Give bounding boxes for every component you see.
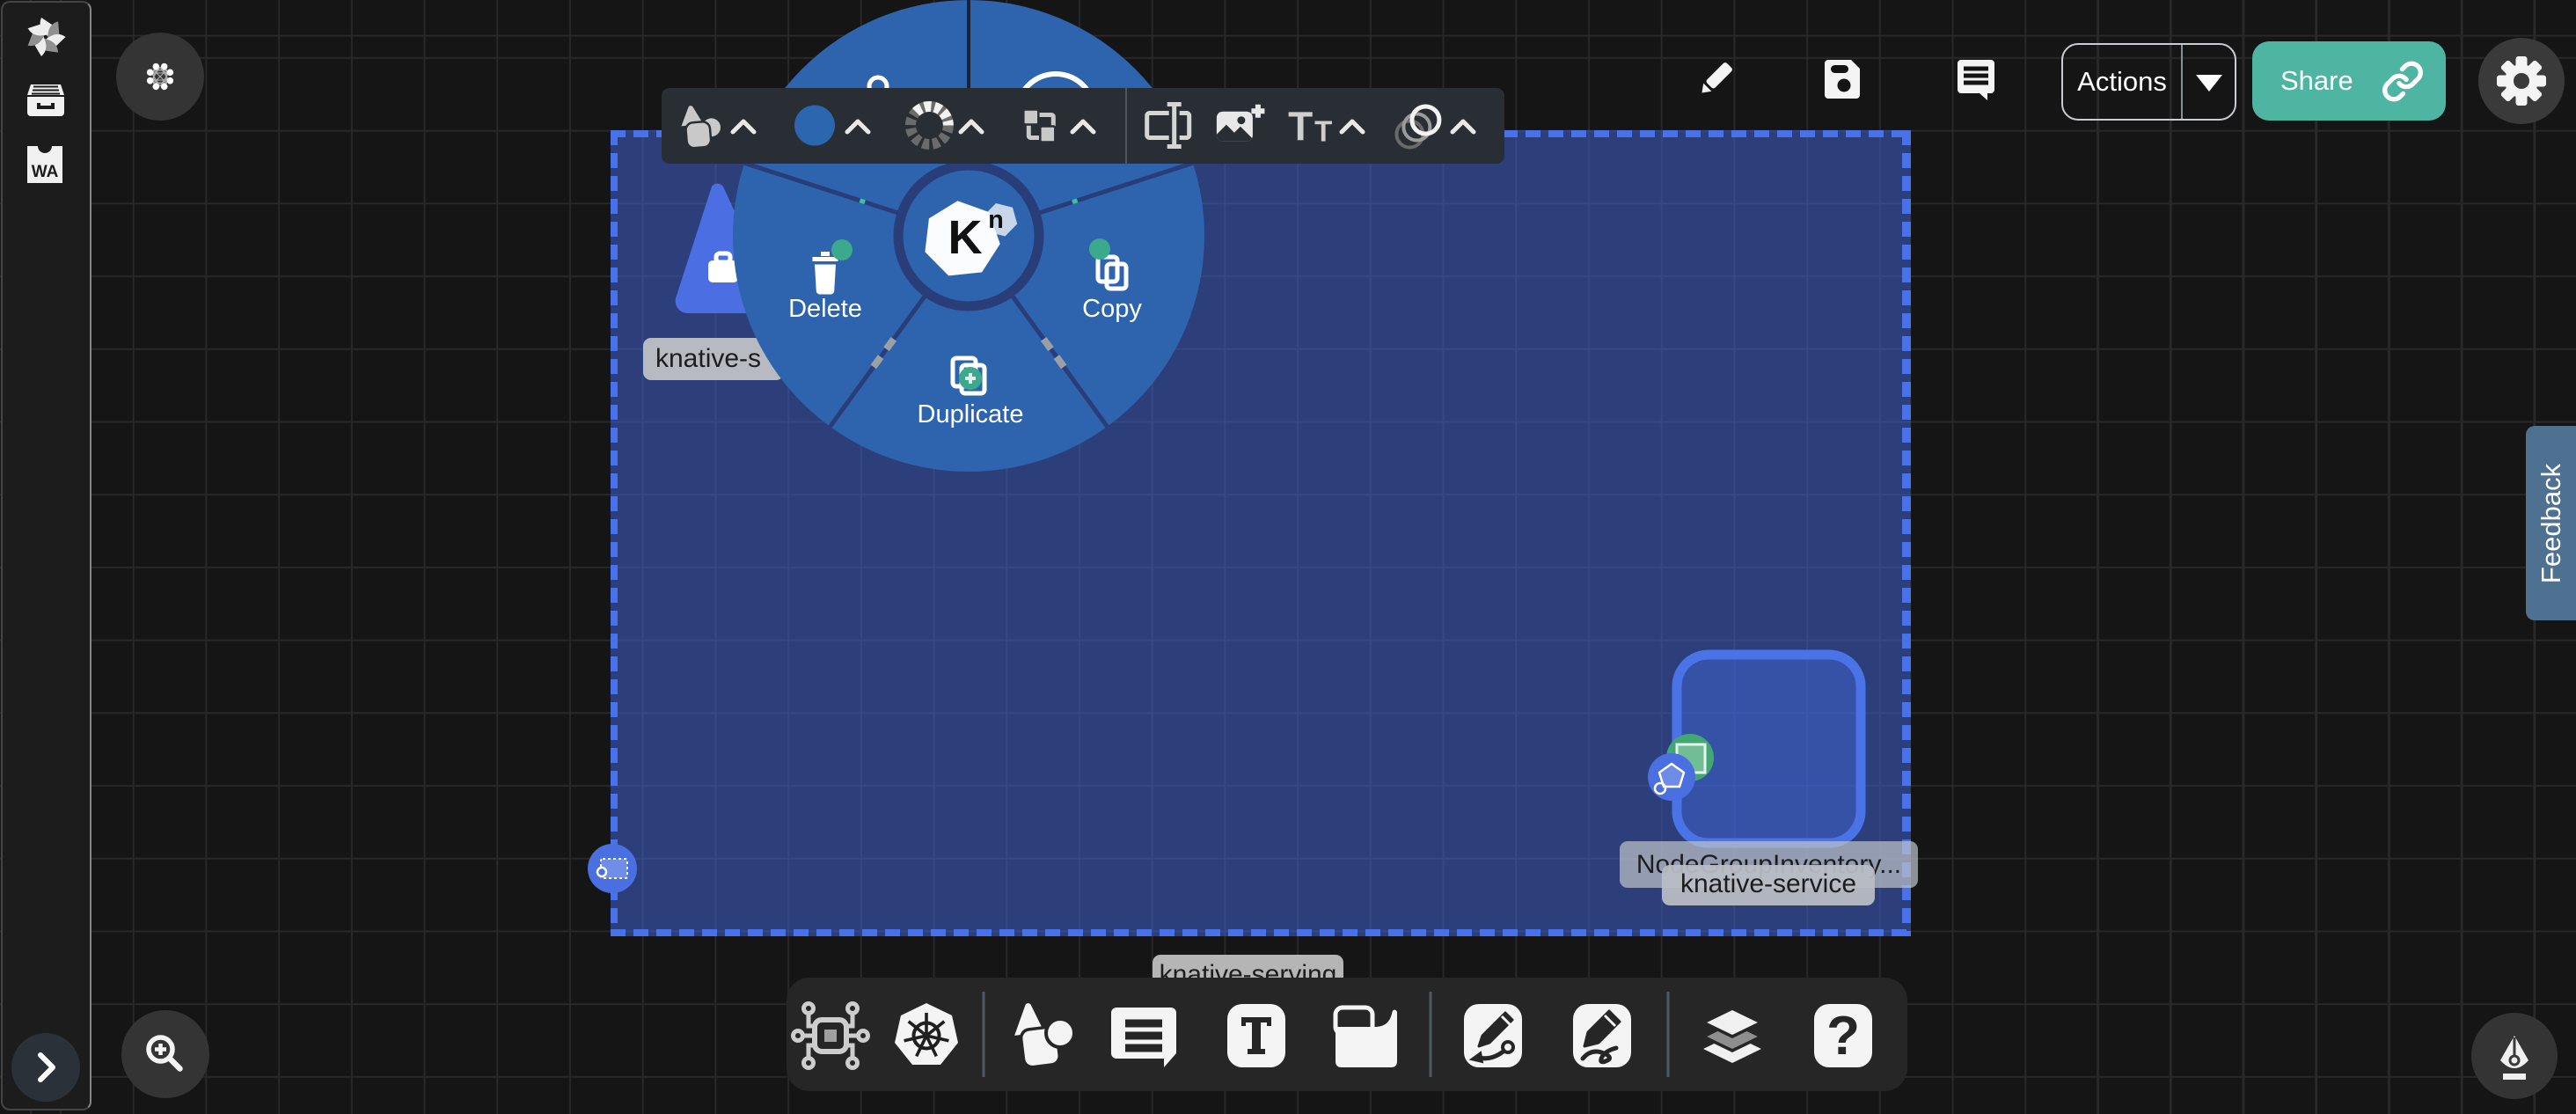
svg-text:T: T	[1314, 115, 1332, 148]
svg-text:Duplicate: Duplicate	[918, 400, 1024, 429]
svg-text:?: ?	[1826, 1006, 1860, 1066]
svg-text:Delete: Delete	[788, 295, 862, 323]
svg-text:WA: WA	[32, 163, 59, 181]
svg-text:n: n	[988, 206, 1004, 234]
svg-text:K: K	[948, 211, 983, 264]
svg-text:T: T	[1288, 104, 1313, 150]
svg-text:Copy: Copy	[1082, 295, 1142, 323]
